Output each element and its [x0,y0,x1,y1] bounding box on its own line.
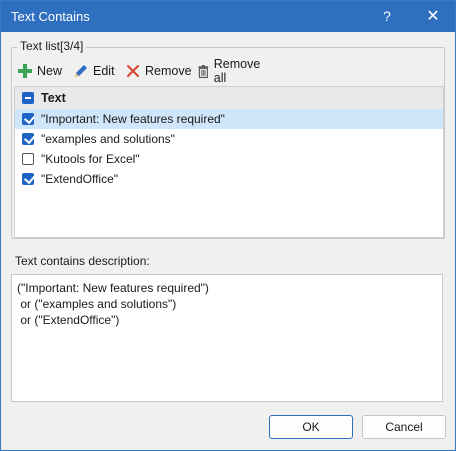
list-item[interactable]: "Kutools for Excel" [15,149,443,169]
description-textbox[interactable]: ("Important: New features required") or … [11,274,443,402]
dialog-window: Text Contains ? ✕ Text list[3/4] New Edi… [0,0,456,451]
edit-button-label: Edit [93,64,115,78]
cancel-button[interactable]: Cancel [362,415,446,439]
new-button-label: New [37,64,63,78]
description-line: ("Important: New features required") [17,281,209,295]
list-header: Text [15,87,443,110]
new-button[interactable]: New [17,60,62,82]
remove-button[interactable]: Remove [125,60,192,82]
column-header-text: Text [41,91,66,105]
item-text: "examples and solutions" [41,132,175,146]
select-all-checkbox[interactable] [22,92,34,104]
ok-button[interactable]: OK [269,415,353,439]
item-checkbox[interactable] [22,173,34,185]
list-item[interactable]: "ExtendOffice" [15,169,443,189]
x-icon [127,65,139,77]
help-button[interactable]: ? [367,1,407,32]
remove-all-button-label: Remove all [213,57,261,85]
list-item[interactable]: "Important: New features required" [15,109,443,129]
text-list-group-label: Text list[3/4] [17,39,87,53]
text-list: Text "Important: New features required" … [14,86,444,238]
item-text: "Important: New features required" [41,112,225,126]
remove-button-label: Remove [145,64,192,78]
list-item[interactable]: "examples and solutions" [15,129,443,149]
item-checkbox[interactable] [22,113,34,125]
trash-icon [198,64,209,78]
title-bar[interactable]: Text Contains ? ✕ [1,1,455,32]
item-checkbox[interactable] [22,153,34,165]
remove-all-button[interactable]: Remove all [197,57,264,85]
item-checkbox[interactable] [22,133,34,145]
close-button[interactable]: ✕ [413,1,453,32]
description-line: or ("examples and solutions") [17,297,177,311]
description-line: or ("ExtendOffice") [17,313,120,327]
item-text: "ExtendOffice" [41,172,119,186]
edit-button[interactable]: Edit [73,60,115,82]
plus-icon [18,64,32,78]
item-text: "Kutools for Excel" [41,152,140,166]
dialog-title: Text Contains [11,9,90,24]
pencil-icon [75,65,87,77]
description-label: Text contains description: [15,254,150,268]
